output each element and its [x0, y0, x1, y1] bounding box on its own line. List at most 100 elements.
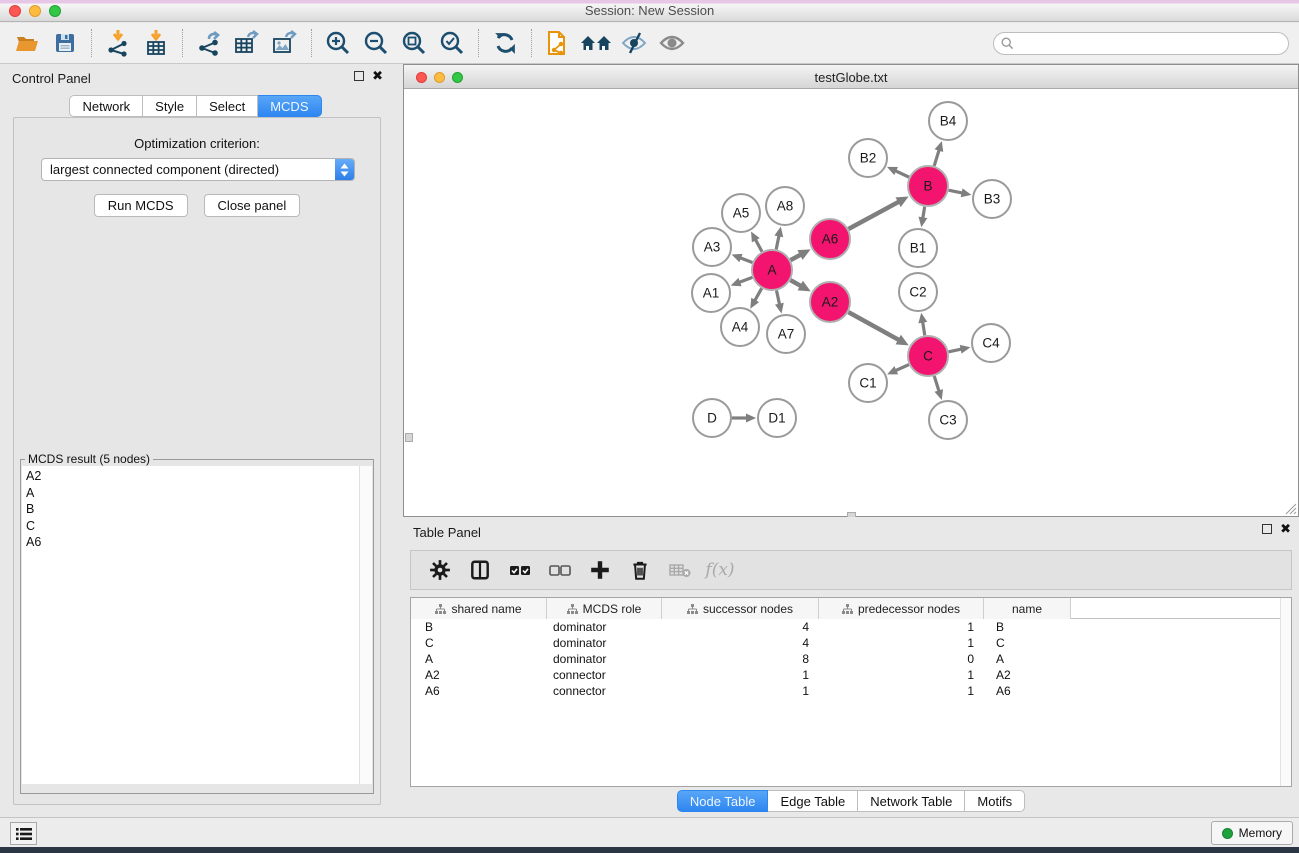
optimization-criterion-select[interactable]: largest connected component (directed)	[41, 158, 355, 181]
deselect-all-icon[interactable]	[543, 554, 577, 586]
task-history-icon[interactable]	[10, 822, 37, 845]
result-item[interactable]: A2	[26, 468, 372, 485]
hide-panel-icon[interactable]	[615, 27, 653, 59]
table-cell: B	[411, 619, 547, 635]
table-cell: dominator	[547, 635, 662, 651]
table-row[interactable]: A6connector11A6	[411, 683, 1291, 699]
result-item[interactable]: C	[26, 518, 372, 535]
select-all-icon[interactable]	[503, 554, 537, 586]
table-cell: 8	[662, 651, 819, 667]
result-item[interactable]: B	[26, 501, 372, 518]
graph-node-label: B2	[860, 151, 877, 166]
table-cell: dominator	[547, 619, 662, 635]
table-row[interactable]: Adominator80A	[411, 651, 1291, 667]
table-row[interactable]: Cdominator41C	[411, 635, 1291, 651]
table-scrollbar[interactable]	[1280, 598, 1291, 786]
graph-edge-A2-C[interactable]	[848, 312, 899, 340]
column-header-MCDS-role[interactable]: MCDS role	[547, 598, 662, 619]
graph-node-label: B3	[984, 192, 1001, 207]
export-table-icon[interactable]	[228, 27, 266, 59]
network-canvas[interactable]: AA1A2A3A4A5A6A7A8BB1B2B3B4CC1C2C3C4DD1	[404, 89, 1298, 516]
column-layout-icon[interactable]	[463, 554, 497, 586]
desktop-edge	[0, 847, 1299, 853]
graph-edge-A-A7[interactable]	[776, 291, 779, 305]
graph-edge-A-A4[interactable]	[755, 288, 762, 301]
settings-gear-icon[interactable]	[423, 554, 457, 586]
control-panel-tabs: Network Style Select MCDS	[0, 95, 391, 117]
table-cell: A6	[411, 683, 547, 699]
show-panel-icon[interactable]	[653, 27, 691, 59]
float-panel-icon[interactable]	[354, 71, 364, 81]
zoom-out-icon[interactable]	[357, 27, 395, 59]
tab-network[interactable]: Network	[69, 95, 143, 117]
result-item[interactable]: A	[26, 485, 372, 502]
refresh-icon[interactable]	[486, 27, 524, 59]
graph-edge-A-A5[interactable]	[755, 239, 762, 251]
graph-edge-arrow	[746, 414, 756, 423]
delete-table-icon[interactable]	[663, 554, 697, 586]
window-left-resize-handle[interactable]	[405, 433, 413, 442]
graph-edge-A-A6[interactable]	[791, 255, 801, 261]
column-header-predecessor-nodes[interactable]: predecessor nodes	[819, 598, 984, 619]
zoom-selected-icon[interactable]	[433, 27, 471, 59]
tab-mcds[interactable]: MCDS	[258, 95, 321, 117]
graph-edge-B-B2[interactable]	[895, 171, 909, 177]
tab-network-table[interactable]: Network Table	[858, 790, 965, 812]
table-row[interactable]: A2connector11A2	[411, 667, 1291, 683]
graph-edge-C-C2[interactable]	[923, 322, 925, 336]
window-resize-grip-icon[interactable]	[1284, 502, 1297, 515]
tab-select[interactable]: Select	[197, 95, 258, 117]
table-cell: A6	[984, 683, 1071, 699]
table-row[interactable]: Bdominator41B	[411, 619, 1291, 635]
tab-node-table[interactable]: Node Table	[677, 790, 769, 812]
search-input[interactable]	[993, 32, 1289, 55]
home-icon[interactable]	[577, 27, 615, 59]
network-from-file-icon[interactable]	[539, 27, 577, 59]
graph-edge-arrow	[961, 188, 972, 197]
tab-edge-table[interactable]: Edge Table	[768, 790, 858, 812]
select-stepper-icon	[335, 159, 354, 180]
table-cell: 0	[819, 651, 984, 667]
network-window-titlebar[interactable]: testGlobe.txt	[404, 65, 1298, 89]
memory-label: Memory	[1239, 826, 1282, 840]
float-table-panel-icon[interactable]	[1262, 524, 1272, 534]
result-list-scrollbar[interactable]	[359, 466, 372, 784]
result-item[interactable]: A6	[26, 534, 372, 551]
panel-splitter[interactable]	[391, 64, 403, 817]
import-table-icon[interactable]	[137, 27, 175, 59]
tab-motifs[interactable]: Motifs	[965, 790, 1025, 812]
function-builder-icon[interactable]: f(x)	[703, 554, 737, 586]
graph-edge-A-A1[interactable]	[739, 277, 752, 282]
import-network-icon[interactable]	[99, 27, 137, 59]
export-network-icon[interactable]	[190, 27, 228, 59]
graph-edge-A-A2[interactable]	[790, 280, 801, 286]
export-image-icon[interactable]	[266, 27, 304, 59]
tab-style[interactable]: Style	[143, 95, 197, 117]
table-panel: Table Panel ✖	[403, 517, 1299, 817]
close-panel-button[interactable]: Close panel	[204, 194, 301, 217]
close-table-panel-icon[interactable]: ✖	[1280, 523, 1291, 535]
add-column-icon[interactable]	[583, 554, 617, 586]
close-panel-icon[interactable]: ✖	[372, 70, 383, 82]
graph-edge-B-B1[interactable]	[923, 207, 925, 219]
graph-edge-C-C1[interactable]	[895, 365, 908, 371]
graph-edge-A6-B[interactable]	[848, 202, 899, 229]
delete-icon[interactable]	[623, 554, 657, 586]
memory-button[interactable]: Memory	[1211, 821, 1293, 845]
graph-edge-B-B3[interactable]	[949, 190, 963, 193]
zoom-in-icon[interactable]	[319, 27, 357, 59]
table-cell: A	[411, 651, 547, 667]
graph-node-label: A6	[822, 232, 839, 247]
column-header-shared-name[interactable]: shared name	[411, 598, 547, 619]
column-header-successor-nodes[interactable]: successor nodes	[662, 598, 819, 619]
graph-edge-A-A3[interactable]	[740, 258, 752, 263]
run-mcds-button[interactable]: Run MCDS	[94, 194, 188, 217]
graph-edge-A-A8[interactable]	[776, 235, 779, 249]
save-session-icon[interactable]	[46, 27, 84, 59]
open-file-icon[interactable]	[8, 27, 46, 59]
graph-edge-C-C4[interactable]	[949, 349, 962, 352]
column-header-name[interactable]: name	[984, 598, 1071, 619]
graph-edge-B-B4[interactable]	[934, 150, 939, 166]
graph-edge-C-C3[interactable]	[934, 376, 939, 391]
zoom-fit-icon[interactable]	[395, 27, 433, 59]
